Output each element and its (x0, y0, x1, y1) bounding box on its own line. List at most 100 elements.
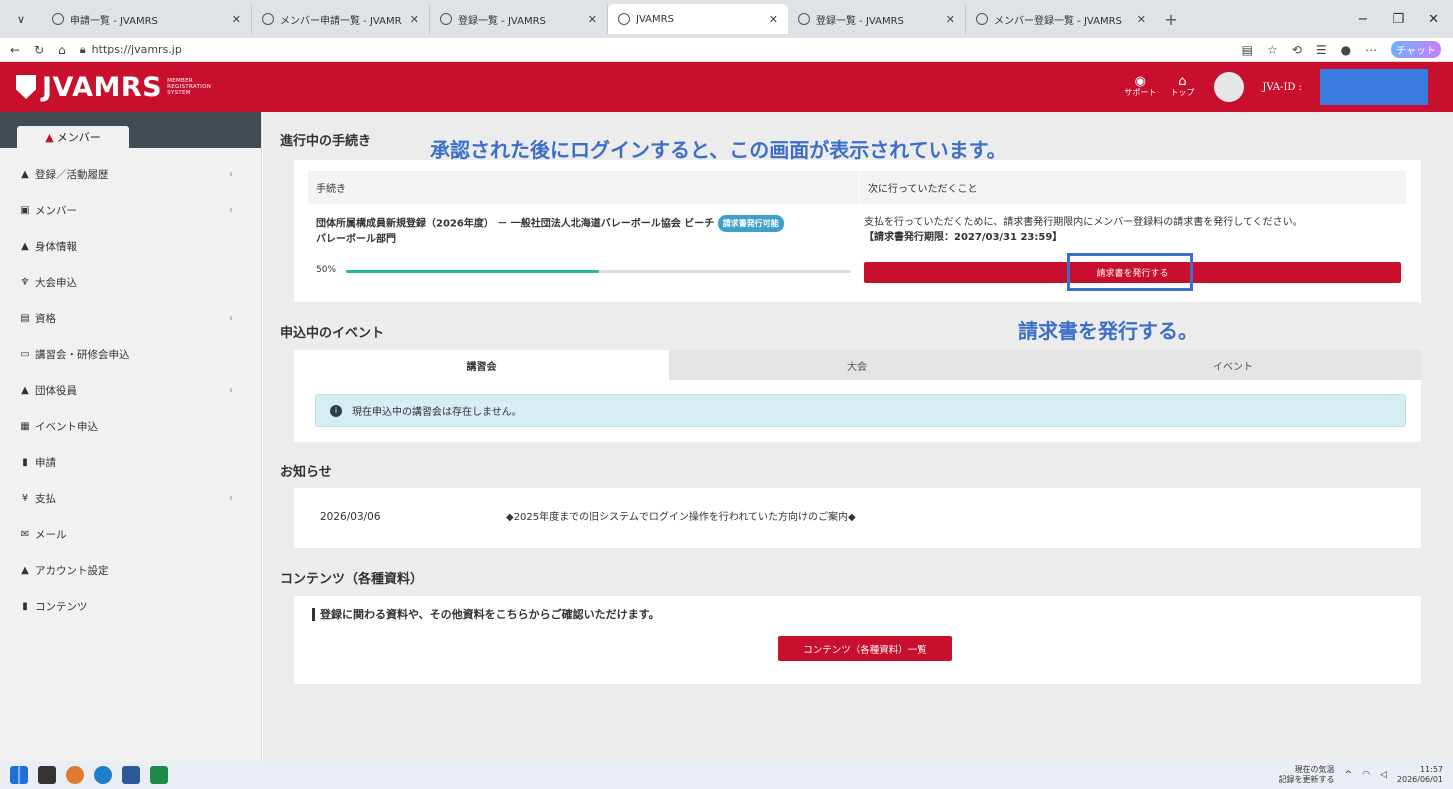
top-link[interactable]: ⌂ トップ (1170, 74, 1194, 98)
site-icon (440, 13, 452, 25)
events-panel: 講習会 大会 イベント i 現在申込中の講習会は存在しません。 (294, 350, 1421, 442)
tab-seminar[interactable]: 講習会 (294, 350, 669, 380)
sidebar-item[interactable]: ▤ 資格 ‹ (0, 300, 261, 336)
minimize-icon[interactable]: − (1358, 12, 1369, 27)
lock-icon: 🔒︎ (79, 42, 86, 56)
wifi-icon[interactable]: ◠ (1362, 770, 1370, 780)
browser-tab[interactable]: 登録一覧 - JVAMRS ✕ (788, 4, 966, 34)
start-icon[interactable] (10, 766, 28, 784)
main-content: 進行中の手続き 承認された後にログインすると、この画面が表示されています。 手続… (263, 112, 1453, 761)
close-tab-icon[interactable]: ✕ (1137, 13, 1146, 26)
chevron-left-icon: ‹ (229, 384, 233, 396)
close-tab-icon[interactable]: ✕ (410, 13, 419, 26)
chevron-left-icon: ‹ (229, 492, 233, 504)
column-header-next: 次に行っていただくこと (859, 171, 1406, 204)
store-icon[interactable] (122, 766, 140, 784)
jva-id-label: JVA-ID : (1262, 81, 1302, 93)
sidebar-item[interactable]: ▣ メンバー ‹ (0, 192, 261, 228)
calendar-icon: ▦ (20, 420, 30, 432)
close-tab-icon[interactable]: ✕ (769, 13, 778, 26)
home-icon: ⌂ (1178, 74, 1187, 89)
browser-tab-bar: ∨ 申請一覧 - JVAMRS ✕ メンバー申請一覧 - JVAMRS ✕ 登録一覧… (0, 0, 1453, 38)
contents-title: コンテンツ（各種資料） (280, 572, 424, 587)
sidebar-item[interactable]: ¥ 支払 ‹ (0, 480, 261, 516)
browser-tab[interactable]: 登録一覧 - JVAMRS ✕ (430, 4, 608, 34)
progress-fill (346, 270, 599, 273)
home-icon[interactable]: ⌂ (58, 43, 66, 57)
window-close-icon[interactable]: ✕ (1428, 12, 1439, 27)
sidebar-item-label: 申請 (35, 456, 56, 469)
browser-tab[interactable]: メンバー申請一覧 - JVAMRS ✕ (252, 4, 430, 34)
person-icon: ▲ (21, 168, 29, 180)
site-header: JVAMRS MEMBER REGISTRATION SYSTEM ◉ サポート … (0, 62, 1453, 112)
jva-id-redaction (1320, 69, 1428, 105)
sidebar-item[interactable]: ▲ 身体情報 (0, 228, 261, 264)
copilot-chat-button[interactable]: チャット (1391, 41, 1441, 58)
chevron-up-icon[interactable]: ^ (1345, 770, 1353, 780)
clock[interactable]: 11:57 2026/06/01 (1397, 765, 1443, 785)
site-icon (798, 13, 810, 25)
refresh-icon[interactable]: ↻ (34, 43, 44, 57)
back-icon[interactable]: ← (10, 43, 20, 57)
progress-label: 50% (316, 265, 337, 275)
restore-icon[interactable]: ❐ (1392, 12, 1404, 27)
url-field[interactable]: 🔒︎ https://jvamrs.jp (80, 43, 182, 57)
close-tab-icon[interactable]: ✕ (588, 13, 597, 26)
logo[interactable]: JVAMRS MEMBER REGISTRATION SYSTEM (16, 72, 211, 103)
sidebar-item[interactable]: ▲ アカウント設定 (0, 552, 261, 588)
favorite-star-icon[interactable]: ☆ (1267, 43, 1278, 57)
status-badge: 請求書発行可能 (717, 215, 784, 232)
browser-tab-active[interactable]: JVAMRS ✕ (608, 4, 788, 34)
news-link[interactable]: ◆2025年度までの旧システムでログイン操作を行われていた方向けのご案内◆ (506, 510, 856, 525)
address-bar: ← ↻ ⌂ 🔒︎ https://jvamrs.jp ▤ ☆ ⟲ ☰ ● ⋯ チ… (0, 38, 1453, 62)
task-view-icon[interactable] (38, 766, 56, 784)
info-icon: i (330, 404, 342, 417)
sidebar-tab-member[interactable]: ▲ メンバー (17, 126, 129, 148)
favorites-icon[interactable]: ☰ (1316, 43, 1327, 57)
tab-tournament[interactable]: 大会 (669, 350, 1045, 380)
weather-widget[interactable]: 現在の気温 記録を更新する (1279, 765, 1335, 785)
column-header-procedure: 手続き (308, 171, 859, 204)
certificate-icon: ▤ (20, 312, 30, 324)
sidebar-item-label: 資格 (35, 312, 56, 325)
annotation-top: 承認された後にログインすると、この画面が表示されています。 (430, 138, 1007, 162)
extensions-icon[interactable]: ⟲ (1292, 43, 1302, 57)
close-tab-icon[interactable]: ✕ (946, 13, 955, 26)
chevron-left-icon: ‹ (229, 168, 233, 180)
browser-tab[interactable]: メンバー登録一覧 - JVAMRS ✕ (966, 4, 1156, 34)
id-card-icon: ▣ (20, 204, 30, 216)
sidebar-item[interactable]: ▲ 団体役員 ‹ (0, 372, 261, 408)
sidebar-item-label: 講習会・研修会申込 (35, 348, 130, 361)
close-tab-icon[interactable]: ✕ (232, 13, 241, 26)
tab-list-button[interactable]: ∨ (0, 13, 42, 26)
sidebar-item-label: 登録／活動履歴 (35, 168, 109, 181)
sidebar-item[interactable]: ✉ メール (0, 516, 261, 552)
excel-icon[interactable] (150, 766, 168, 784)
reader-icon[interactable]: ▤ (1242, 43, 1253, 57)
volume-icon[interactable]: ◁ (1380, 770, 1387, 780)
sidebar-item[interactable]: ▮ 申請 (0, 444, 261, 480)
tab-event[interactable]: イベント (1045, 350, 1421, 380)
site-icon (262, 13, 274, 25)
new-tab-button[interactable]: + (1156, 10, 1186, 29)
browser-tab[interactable]: 申請一覧 - JVAMRS ✕ (42, 4, 252, 34)
procedures-panel: 手続き 次に行っていただくこと 団体所属構成員新規登録（2026年度） － 一般… (294, 160, 1421, 302)
copilot-icon[interactable] (66, 766, 84, 784)
sidebar-item[interactable]: ▭ 講習会・研修会申込 (0, 336, 261, 372)
taskbar: 現在の気温 記録を更新する ^ ◠ ◁ 11:57 2026/06/01 (0, 761, 1453, 789)
profile-icon[interactable]: ● (1341, 43, 1351, 57)
document-icon: ▮ (22, 600, 28, 612)
sidebar-item[interactable]: ♆ 大会申込 (0, 264, 261, 300)
sidebar: ▲ メンバー ▲ 登録／活動履歴 ‹ ▣ メンバー ‹ ▲ 身体情報 ♆ 大会申込 ▤ 資格 ‹ ▭ 講習会・… (0, 112, 262, 761)
support-link[interactable]: ◉ サポート (1124, 75, 1156, 98)
contents-list-button[interactable]: コンテンツ（各種資料）一覧 (778, 636, 952, 661)
sidebar-item-label: 団体役員 (35, 384, 77, 397)
site-icon (52, 13, 64, 25)
procedure-name[interactable]: 団体所属構成員新規登録（2026年度） － 一般社団法人北海道バレーボール協会 … (316, 215, 861, 247)
edge-icon[interactable] (94, 766, 112, 784)
more-icon[interactable]: ⋯ (1365, 43, 1377, 57)
sidebar-item[interactable]: ▦ イベント申込 (0, 408, 261, 444)
avatar[interactable] (1214, 72, 1245, 102)
sidebar-item[interactable]: ▲ 登録／活動履歴 ‹ (0, 156, 261, 192)
sidebar-item[interactable]: ▮ コンテンツ (0, 588, 261, 624)
